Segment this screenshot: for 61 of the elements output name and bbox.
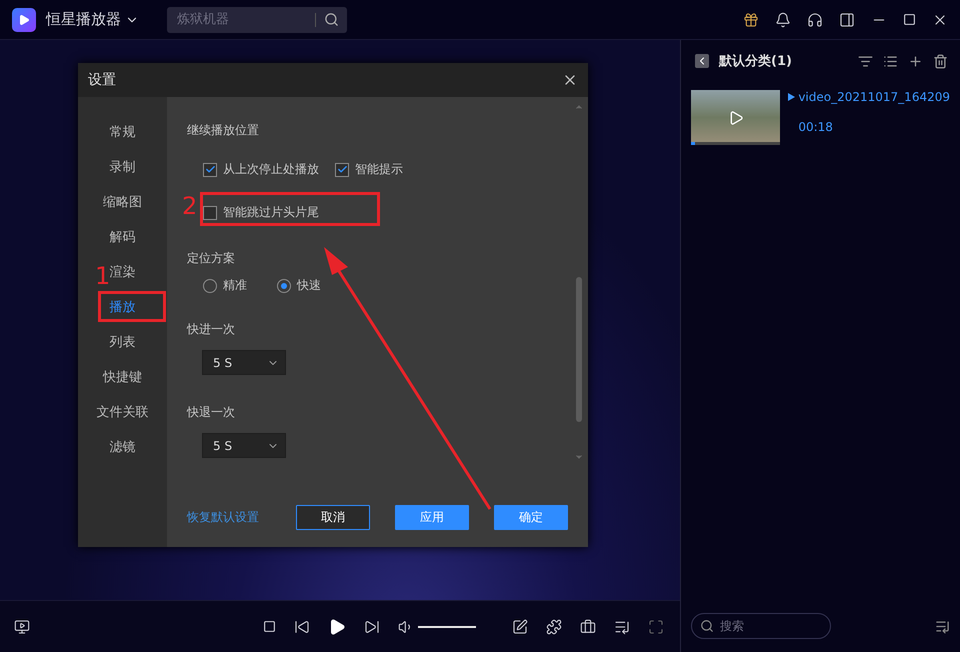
play-triangle-icon	[788, 93, 796, 101]
app-logo-icon	[12, 8, 36, 32]
play-icon	[728, 110, 744, 126]
check-icon	[336, 164, 348, 175]
list-icon[interactable]	[883, 54, 898, 68]
bell-icon[interactable]	[775, 12, 791, 28]
puzzle-icon[interactable]	[546, 618, 562, 634]
playlist-search-bar[interactable]: 搜索	[691, 613, 831, 639]
briefcase-icon[interactable]	[580, 618, 596, 634]
annotation-number: 1	[95, 262, 110, 290]
next-icon[interactable]	[364, 618, 380, 634]
screen-play-icon[interactable]	[14, 618, 30, 634]
dialog-button[interactable]: 取消	[296, 504, 370, 530]
search-field[interactable]: 炼狱机器	[175, 11, 315, 28]
app-menu-button[interactable]: 恒星播放器	[46, 10, 139, 29]
checkbox-option[interactable]: 智能提示	[335, 161, 403, 178]
nav-item[interactable]: 缩略图	[78, 184, 167, 219]
nav-item[interactable]: 解码	[78, 219, 167, 254]
nav-item[interactable]: 文件关联	[78, 394, 167, 429]
section-title: 快进一次	[187, 322, 235, 336]
nav-item[interactable]: 录制	[78, 149, 167, 184]
playlist-search-field[interactable]: 搜索	[718, 618, 822, 634]
maximize-icon[interactable]	[903, 13, 916, 26]
gift-icon[interactable]	[743, 12, 759, 28]
radio-option[interactable]: 精准	[203, 277, 247, 294]
section-title: 快退一次	[187, 405, 235, 419]
fullscreen-icon[interactable]	[648, 618, 664, 634]
sort-icon[interactable]	[858, 54, 873, 68]
annotation-box	[98, 291, 166, 322]
nav-item[interactable]: 常规	[78, 114, 167, 149]
list-icon[interactable]	[935, 618, 950, 634]
trash-icon[interactable]	[933, 54, 948, 68]
video-duration: 00:18	[797, 120, 834, 134]
section-title: 定位方案	[187, 251, 235, 265]
previous-icon[interactable]	[294, 618, 310, 634]
nav-item[interactable]: 列表	[78, 324, 167, 359]
search-bar[interactable]: 炼狱机器	[167, 6, 347, 32]
edit-icon[interactable]	[512, 618, 528, 634]
nav-item[interactable]: 滤镜	[78, 429, 167, 464]
annotation-number: 2	[182, 192, 198, 220]
video-name[interactable]: video_20211017_164209	[798, 90, 950, 104]
section-title: 继续播放位置	[187, 122, 260, 139]
nav-item[interactable]: 快捷键	[78, 359, 167, 394]
search-icon	[700, 619, 714, 633]
radio-option[interactable]: 快速	[277, 277, 321, 294]
search-icon[interactable]	[324, 12, 339, 27]
stop-icon[interactable]	[262, 620, 276, 633]
interval-dropdown[interactable]: 5 S	[202, 433, 286, 458]
nav-item[interactable]: 播放	[78, 289, 167, 324]
dialog-title: 设置	[88, 71, 116, 89]
headphones-icon[interactable]	[807, 12, 823, 28]
checkbox-option[interactable]: 从上次停止处播放	[203, 161, 319, 178]
playlist-title: 默认分类(1)	[719, 53, 792, 70]
scrollbar-thumb[interactable]	[576, 277, 582, 422]
back-button[interactable]	[695, 54, 709, 68]
video-thumbnail[interactable]	[691, 90, 780, 145]
interval-dropdown[interactable]: 5 S	[202, 350, 286, 375]
check-icon	[204, 164, 216, 175]
checkbox-option[interactable]: 智能跳过片头片尾	[203, 204, 319, 221]
add-icon[interactable]	[908, 54, 923, 68]
panel-icon[interactable]	[839, 12, 855, 28]
